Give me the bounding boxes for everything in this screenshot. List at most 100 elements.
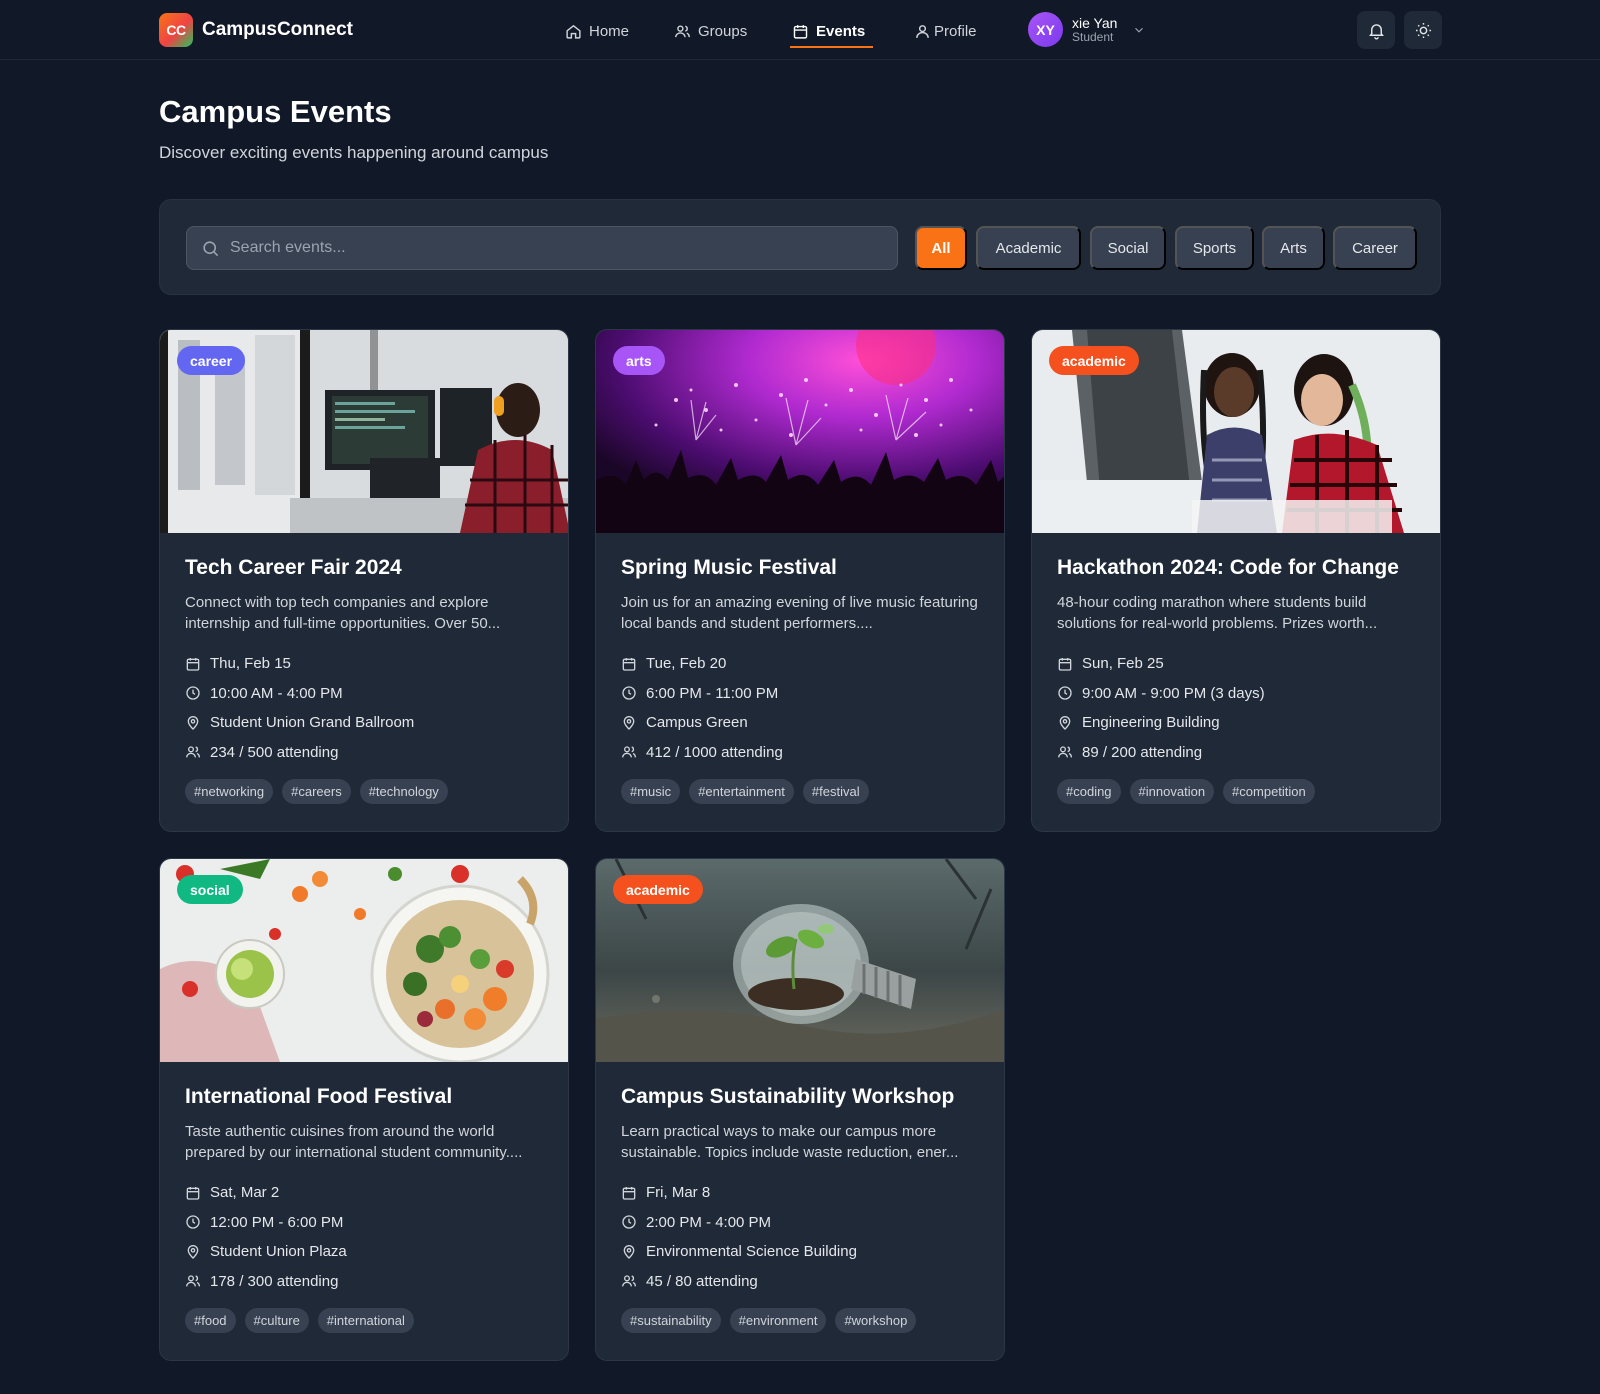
event-date: Tue, Feb 20: [621, 649, 991, 679]
event-title[interactable]: Spring Music Festival: [621, 556, 991, 580]
tag[interactable]: #careers: [282, 779, 351, 804]
event-time: 10:00 AM - 4:00 PM: [185, 679, 555, 709]
page-title: Campus Events: [159, 94, 392, 129]
tag[interactable]: #international: [317, 1308, 414, 1333]
event-card[interactable]: career Tech Career Fair 2024 Connect wit…: [159, 329, 569, 832]
notifications-button[interactable]: [1357, 11, 1395, 49]
map-pin-icon: [185, 1244, 201, 1260]
event-card[interactable]: academic Campus Sustainability Workshop …: [595, 858, 1005, 1361]
event-location: Student Union Grand Ballroom: [185, 708, 555, 738]
event-location-text: Engineering Building: [1082, 714, 1220, 732]
event-time: 6:00 PM - 11:00 PM: [621, 679, 991, 709]
event-location-text: Campus Green: [646, 714, 748, 732]
calendar-icon: [621, 656, 637, 672]
tag-list: #food #culture #international: [185, 1308, 555, 1333]
tag[interactable]: #environment: [729, 1308, 827, 1333]
event-date-text: Fri, Mar 8: [646, 1184, 711, 1202]
tag[interactable]: #food: [185, 1308, 236, 1333]
category-badge: arts: [613, 346, 665, 375]
filter-arts-button[interactable]: Arts: [1262, 226, 1325, 270]
nav-item-home[interactable]: Home: [565, 17, 629, 45]
event-date-text: Tue, Feb 20: [646, 655, 727, 673]
event-attendance-text: 178 / 300 attending: [210, 1272, 339, 1290]
event-date: Sun, Feb 25: [1057, 649, 1427, 679]
filter-all-button[interactable]: All: [915, 226, 967, 270]
event-location: Campus Green: [621, 708, 991, 738]
tag[interactable]: #festival: [802, 779, 869, 804]
event-title[interactable]: International Food Festival: [185, 1085, 555, 1109]
search-box[interactable]: [186, 226, 898, 270]
tag[interactable]: #coding: [1057, 779, 1121, 804]
event-card[interactable]: academic Hackathon 2024: Code for Change…: [1031, 329, 1441, 832]
event-location: Student Union Plaza: [185, 1237, 555, 1267]
nav-item-events[interactable]: Events: [789, 17, 874, 48]
search-input[interactable]: [230, 239, 870, 257]
filter-sports-button[interactable]: Sports: [1175, 226, 1254, 270]
event-time-text: 2:00 PM - 4:00 PM: [646, 1213, 772, 1231]
tag[interactable]: #culture: [244, 1308, 309, 1333]
category-badge: social: [177, 875, 243, 904]
map-pin-icon: [185, 715, 201, 731]
tag[interactable]: #competition: [1223, 779, 1315, 804]
tag[interactable]: #sustainability: [621, 1308, 721, 1333]
users-icon: [674, 23, 691, 40]
event-card[interactable]: arts Spring Music Festival Join us for a…: [595, 329, 1005, 832]
filter-social-button[interactable]: Social: [1090, 226, 1166, 270]
users-icon: [185, 744, 201, 760]
event-date-text: Sat, Mar 2: [210, 1184, 280, 1202]
brand-logo: CC: [159, 13, 193, 47]
event-time-text: 10:00 AM - 4:00 PM: [210, 684, 343, 702]
nav-item-label: Home: [589, 22, 630, 40]
event-location-text: Student Union Plaza: [210, 1243, 347, 1261]
tag[interactable]: #workshop: [835, 1308, 917, 1333]
user-role: Student: [1072, 29, 1114, 44]
user-menu[interactable]: XY xie Yan Student: [1028, 12, 1146, 47]
nav-item-label: Events: [816, 22, 866, 40]
filter-career-button[interactable]: Career: [1333, 226, 1417, 270]
tag[interactable]: #technology: [359, 779, 448, 804]
clock-icon: [185, 1214, 201, 1230]
user-icon: [914, 23, 931, 40]
tag-list: #coding #innovation #competition: [1057, 779, 1427, 804]
filter-panel: All Academic Social Sports Arts Career: [159, 199, 1441, 295]
nav-item-label: Groups: [698, 22, 748, 40]
users-icon: [185, 1273, 201, 1289]
chevron-down-icon: [1132, 23, 1146, 37]
event-date-text: Thu, Feb 15: [210, 655, 291, 673]
event-attendance: 412 / 1000 attending: [621, 738, 991, 768]
nav-item-profile[interactable]: Profile: [914, 17, 977, 45]
tag[interactable]: #networking: [185, 779, 274, 804]
event-time: 2:00 PM - 4:00 PM: [621, 1208, 991, 1238]
tag[interactable]: #music: [621, 779, 681, 804]
tag-list: #networking #careers #technology: [185, 779, 555, 804]
event-location-text: Environmental Science Building: [646, 1243, 857, 1261]
clock-icon: [1057, 685, 1073, 701]
theme-toggle-button[interactable]: [1404, 11, 1442, 49]
tag[interactable]: #entertainment: [689, 779, 794, 804]
filter-academic-button[interactable]: Academic: [976, 226, 1081, 270]
event-time: 12:00 PM - 6:00 PM: [185, 1208, 555, 1238]
event-time-text: 6:00 PM - 11:00 PM: [646, 684, 779, 702]
event-title[interactable]: Tech Career Fair 2024: [185, 556, 555, 580]
clock-icon: [621, 1214, 637, 1230]
brand[interactable]: CC CampusConnect: [159, 13, 353, 47]
event-time-text: 9:00 AM - 9:00 PM (3 days): [1082, 684, 1265, 702]
event-card[interactable]: social International Food Festival Taste…: [159, 858, 569, 1361]
nav-item-label: Profile: [934, 22, 977, 40]
clock-icon: [185, 685, 201, 701]
nav-item-groups[interactable]: Groups: [674, 17, 747, 45]
calendar-icon: [1057, 656, 1073, 672]
tag[interactable]: #innovation: [1129, 779, 1215, 804]
event-attendance: 45 / 80 attending: [621, 1267, 991, 1297]
event-attendance: 178 / 300 attending: [185, 1267, 555, 1297]
event-time-text: 12:00 PM - 6:00 PM: [210, 1213, 344, 1231]
map-pin-icon: [621, 715, 637, 731]
avatar: XY: [1028, 12, 1063, 47]
users-icon: [621, 1273, 637, 1289]
category-badge: career: [177, 346, 246, 375]
event-title[interactable]: Hackathon 2024: Code for Change: [1057, 556, 1427, 580]
calendar-icon: [185, 1185, 201, 1201]
tag-list: #music #entertainment #festival: [621, 779, 991, 804]
event-description: Taste authentic cuisines from around the…: [185, 1123, 523, 1161]
event-title[interactable]: Campus Sustainability Workshop: [621, 1085, 991, 1109]
